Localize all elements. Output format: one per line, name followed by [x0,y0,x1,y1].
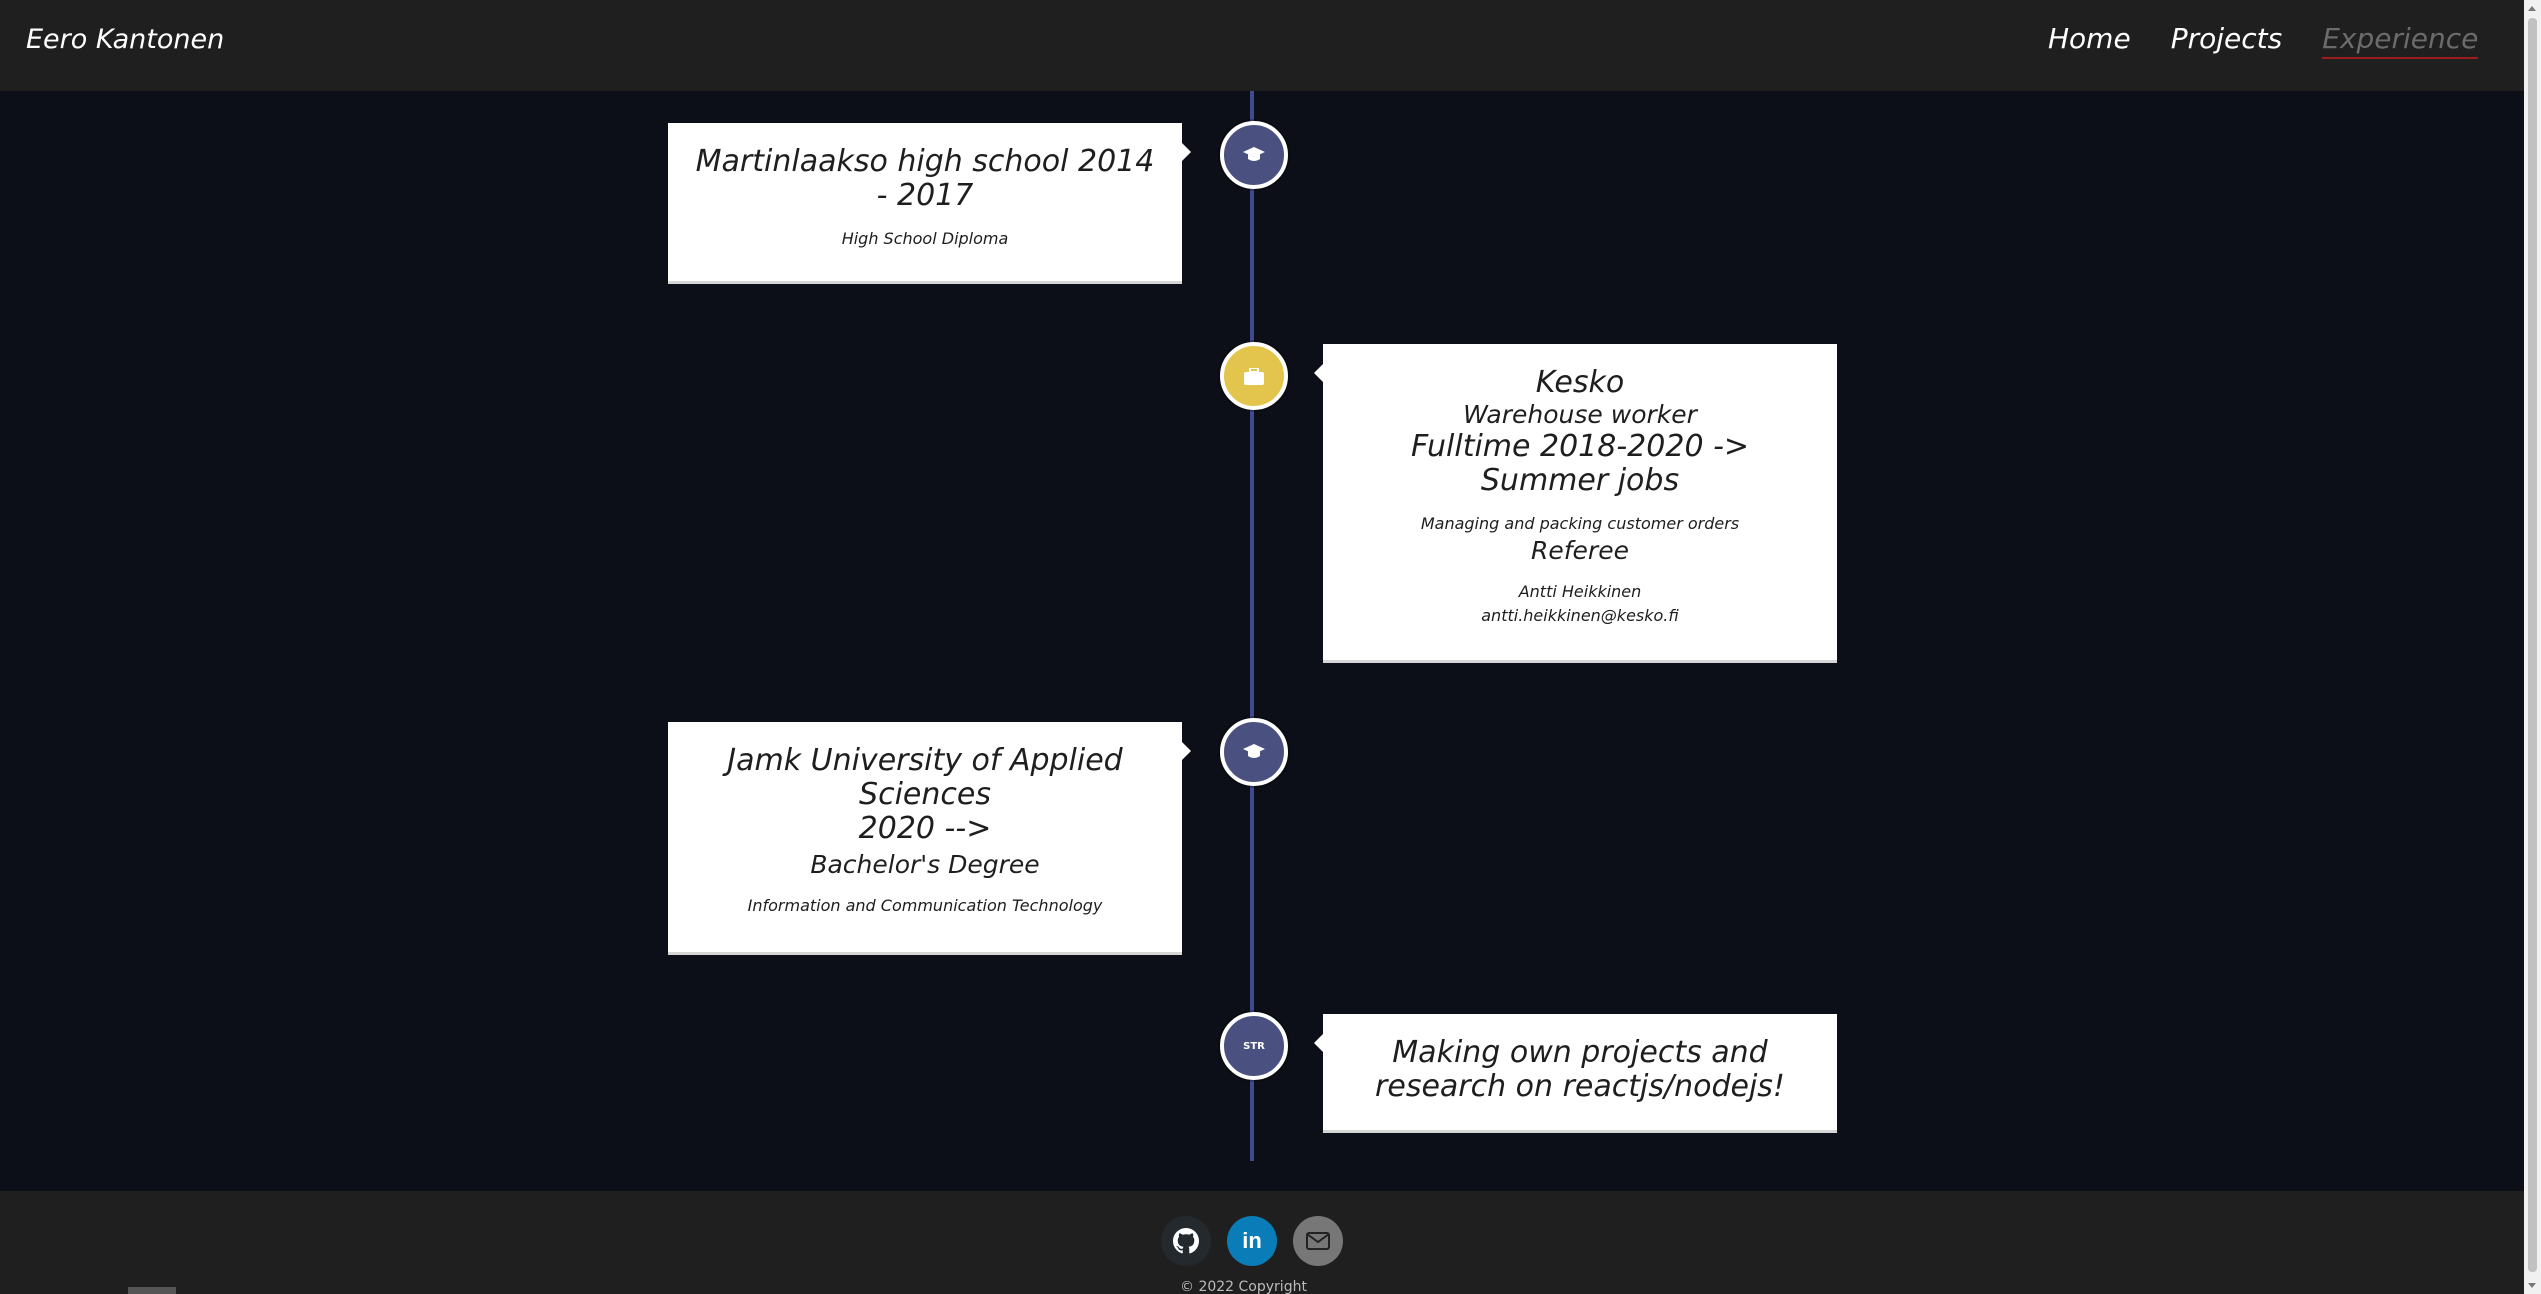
scroll-up-arrow-icon[interactable] [2528,6,2536,11]
timeline-card-jamk: Jamk University of Applied Sciences 2020… [668,722,1191,952]
card-period: 2020 --> [858,811,992,846]
nav-home[interactable]: Home [2048,22,2131,59]
card-detail: Managing and packing customer orders [1420,514,1740,533]
page-scrollbar[interactable] [2524,0,2541,1294]
card-referee-label: Referee [1531,536,1629,565]
briefcase-icon [1220,342,1288,410]
copyright: © 2022 Copyright [1180,1279,1307,1294]
timeline-line [1250,91,1254,1161]
nav-projects[interactable]: Projects [2171,22,2283,59]
email-icon[interactable] [1293,1216,1343,1266]
timeline-card-kesko: Kesko Warehouse worker Fulltime 2018-202… [1314,344,1837,660]
scroll-thumb[interactable] [2528,18,2537,1272]
card-title: Jamk University of Applied Sciences [727,743,1123,812]
referee-email: antti.heikkinen@kesko.fi [1481,606,1679,625]
graduation-cap-icon [1220,121,1288,189]
graduation-cap-icon [1220,718,1288,786]
star-icon-text: STR [1243,1040,1265,1052]
horizontal-scroll-stub [128,1287,176,1294]
social-links: in [1161,1216,1343,1266]
card-title: Making own projects and research on reac… [1375,1035,1785,1104]
linkedin-icon[interactable]: in [1227,1216,1277,1266]
card-detail: High School Diploma [841,229,1009,248]
referee-name: Antti Heikkinen [1518,582,1642,601]
page: Eero Kantonen Home Projects Experience M… [0,0,2541,1294]
brand-name[interactable]: Eero Kantonen [26,24,224,55]
timeline-card-highschool: Martinlaakso high school 2014 - 2017 Hig… [668,123,1191,281]
footer: in © 2022 Copyright [0,1191,2524,1294]
card-degree: Bachelor's Degree [810,850,1040,879]
star-icon: STR [1220,1012,1288,1080]
main-nav: Home Projects Experience [2048,22,2479,59]
card-title: Martinlaakso high school 2014 - 2017 [695,144,1155,213]
scroll-down-arrow-icon[interactable] [2528,1283,2536,1288]
card-detail: Information and Communication Technology [747,896,1103,915]
linkedin-icon-text: in [1242,1228,1262,1253]
card-role: Warehouse worker [1463,400,1697,429]
card-title: Kesko [1535,365,1625,400]
github-icon[interactable] [1161,1216,1211,1266]
timeline-card-projects: Making own projects and research on reac… [1314,1014,1837,1130]
nav-experience[interactable]: Experience [2322,22,2479,59]
header: Eero Kantonen Home Projects Experience [0,0,2524,91]
card-period: Fulltime 2018-2020 -> Summer jobs [1410,429,1750,498]
